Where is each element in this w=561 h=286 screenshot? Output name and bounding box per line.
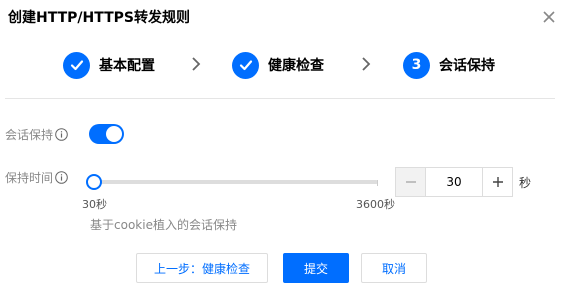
step-number: 3 [403,51,430,79]
prev-step-button[interactable]: 上一步：健康检查 [136,253,268,283]
check-icon [232,51,259,79]
unit-label: 秒 [519,176,532,190]
session-persistence-text: 会话保持 [5,128,54,142]
hint-text: 基于cookie植入的会话保持 [90,218,237,232]
minus-icon[interactable] [396,168,426,196]
info-icon[interactable] [55,128,68,141]
chevron-right-icon [189,55,203,73]
step-health-check: 健康检查 [232,51,324,79]
toggle-knob [106,126,122,142]
info-icon[interactable] [55,171,68,184]
dialog-title: 创建HTTP/HTTPS转发规则 [8,10,190,26]
slider-max-label: 3600秒 [356,198,395,211]
step-label: 会话保持 [439,58,495,74]
slider-end-tick [377,180,378,186]
hold-time-input[interactable] [426,168,482,196]
chevron-right-icon [359,55,373,73]
close-icon[interactable] [539,7,559,27]
hold-time-label: 保持时间 [5,169,68,186]
cancel-button[interactable]: 取消 [361,253,427,283]
step-basic-config: 基本配置 [63,51,155,79]
session-persistence-toggle[interactable] [89,124,124,144]
hold-time-slider-track[interactable] [94,180,378,184]
step-label: 健康检查 [268,58,324,74]
hold-time-stepper [395,167,513,197]
hold-time-slider-handle[interactable] [86,174,102,190]
plus-icon[interactable] [482,168,512,196]
submit-button[interactable]: 提交 [283,253,349,283]
slider-min-label: 30秒 [82,198,107,211]
step-label: 基本配置 [99,58,155,74]
session-persistence-label: 会话保持 [5,126,68,143]
step-session-persistence: 3 会话保持 [403,51,495,79]
hold-time-text: 保持时间 [5,171,54,185]
divider [5,98,555,99]
check-icon [63,51,90,79]
